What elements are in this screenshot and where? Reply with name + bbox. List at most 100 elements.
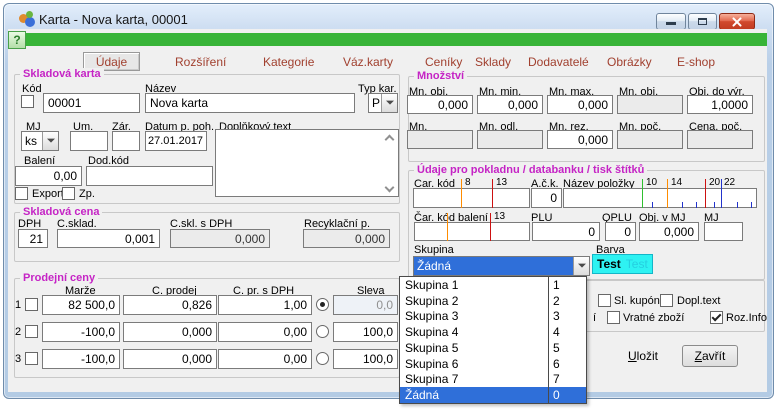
- mn-obj2-field: [617, 95, 683, 114]
- cprdph-field-3[interactable]: 0,00: [218, 349, 312, 369]
- price-row2-checkbox[interactable]: [25, 325, 38, 338]
- mj-combo[interactable]: ks: [21, 131, 59, 151]
- tab-dodavatele[interactable]: Dodavatelé: [528, 55, 589, 69]
- maximize-button[interactable]: [688, 13, 717, 30]
- dodkod-field[interactable]: [86, 166, 213, 186]
- save-button-label: Uložit: [628, 349, 658, 363]
- datum-field[interactable]: 27.01.2017: [145, 131, 207, 151]
- dropdown-item[interactable]: Skupina 77: [400, 372, 586, 388]
- price-row1-checkbox[interactable]: [25, 298, 38, 311]
- cskl-s-dph-field: 0,000: [170, 229, 270, 248]
- marze-field-2[interactable]: -100,0: [42, 322, 120, 342]
- obj-v-mj-field[interactable]: 0,000: [639, 222, 699, 241]
- maximize-icon: [698, 18, 707, 25]
- carkod-field[interactable]: [413, 188, 530, 208]
- um-field[interactable]: [70, 131, 108, 151]
- tab-eshop[interactable]: E-shop: [677, 55, 715, 69]
- close-button[interactable]: [719, 13, 755, 30]
- carkod-tick13-label: 13: [496, 178, 507, 188]
- tab-vaz-karty[interactable]: Váz.karty: [343, 55, 393, 69]
- close-form-button[interactable]: Zavřít: [682, 345, 738, 367]
- nazev-polozky-field[interactable]: [563, 188, 757, 208]
- cprdph-field-2[interactable]: 0,00: [218, 322, 312, 342]
- cena-poc-field: [687, 130, 753, 149]
- minimize-button[interactable]: [656, 13, 686, 30]
- marze-field-3[interactable]: -100,0: [42, 349, 120, 369]
- price-row2-radio[interactable]: [316, 325, 329, 338]
- zar-field[interactable]: [112, 131, 140, 151]
- cprodej-field-3[interactable]: 0,000: [123, 349, 217, 369]
- obj-do-vyr-field[interactable]: 1,0000: [687, 95, 753, 114]
- barva-preview[interactable]: Test Test: [592, 254, 653, 274]
- mn-min-field[interactable]: 0,000: [477, 95, 543, 114]
- sleva-field-3[interactable]: 100,0: [333, 349, 398, 369]
- kod-field[interactable]: 00001: [43, 93, 140, 113]
- price-row3-radio[interactable]: [316, 352, 329, 365]
- ruler-tick-red: [705, 179, 706, 208]
- nazev-field[interactable]: Nova karta: [145, 93, 355, 113]
- marze-field-1[interactable]: 82 500,0: [42, 295, 120, 315]
- mn-obj-field[interactable]: 0,000: [407, 95, 473, 114]
- cprodej-field-1[interactable]: 0,826: [123, 295, 217, 315]
- roz-info-checkbox[interactable]: [710, 311, 723, 324]
- carkod-baleni-field[interactable]: [414, 222, 530, 241]
- ruler-minor-tick: [682, 202, 683, 208]
- sleva-field-2[interactable]: 100,0: [333, 322, 398, 342]
- skupina-dropdown-arrow-icon[interactable]: [573, 257, 589, 275]
- ruler-tick-blue: [721, 179, 722, 208]
- ruler-tick-orange: [667, 179, 668, 208]
- tab-obrazky[interactable]: Obrázky: [607, 55, 652, 69]
- dopl-text-label: Dopl.text: [677, 295, 720, 307]
- dropdown-item-selected[interactable]: Žádná0: [400, 387, 586, 403]
- tab-ceniky[interactable]: Ceníky: [425, 55, 462, 69]
- dropdown-item[interactable]: Skupina 44: [400, 324, 586, 340]
- tab-kategorie[interactable]: Kategorie: [263, 55, 314, 69]
- close-form-button-label: Zavřít: [695, 349, 726, 363]
- mj-dropdown-arrow-icon[interactable]: [42, 132, 58, 150]
- sl-kupon-checkbox[interactable]: [598, 294, 611, 307]
- skupina-combo[interactable]: Žádná: [413, 256, 590, 276]
- ruler-minor-tick: [652, 202, 653, 208]
- csklad-field[interactable]: 0,001: [57, 229, 160, 248]
- tab-sklady[interactable]: Sklady: [475, 55, 511, 69]
- mn-rez-field[interactable]: 0,000: [547, 130, 613, 149]
- dropdown-item[interactable]: Skupina 66: [400, 356, 586, 372]
- vratne-zbozi-checkbox[interactable]: [607, 311, 620, 324]
- nazev-tick14-label: 14: [671, 178, 682, 188]
- help-button[interactable]: ?: [8, 31, 26, 49]
- typ-kar-dropdown-arrow-icon[interactable]: [381, 94, 397, 112]
- hidden-label-fragment: í: [593, 312, 596, 324]
- cprodej-field-2[interactable]: 0,000: [123, 322, 217, 342]
- kod-checkbox[interactable]: [21, 95, 34, 108]
- dropdown-item[interactable]: Skupina 55: [400, 340, 586, 356]
- zp-checkbox[interactable]: [62, 187, 75, 200]
- dropdown-item[interactable]: Skupina 33: [400, 309, 586, 325]
- carkod-tick8-label: 8: [465, 178, 471, 188]
- baleni-field[interactable]: 0,00: [15, 166, 82, 186]
- dropdown-item-value: 0: [548, 387, 586, 403]
- barva-sample-text-1: Test: [597, 257, 621, 271]
- mn-max-field[interactable]: 0,000: [547, 95, 613, 114]
- mj2-field[interactable]: [704, 222, 743, 241]
- save-button[interactable]: Uložit: [620, 347, 666, 364]
- doplnkovy-text-area[interactable]: [215, 129, 399, 197]
- dph-field[interactable]: 21: [18, 229, 48, 248]
- ack-field[interactable]: 0: [531, 188, 562, 208]
- dropdown-item[interactable]: Skupina 22: [400, 293, 586, 309]
- window-title: Karta - Nova karta, 00001: [39, 12, 188, 27]
- group-mnozstvi-caption: Množství: [414, 70, 467, 82]
- sleva-field-1: 0,0: [333, 295, 398, 315]
- price-row1-radio[interactable]: [316, 298, 329, 311]
- plu-field[interactable]: 0: [532, 222, 600, 241]
- dropdown-item-label: Skupina 6: [400, 356, 548, 372]
- export-checkbox[interactable]: [15, 187, 28, 200]
- qplu-field[interactable]: 0: [605, 222, 636, 241]
- price-row3-checkbox[interactable]: [25, 352, 38, 365]
- dropdown-item[interactable]: Skupina 11: [400, 277, 586, 293]
- app-icon: [19, 11, 35, 27]
- typ-kar-combo[interactable]: P: [368, 93, 398, 113]
- ruler-tick-orange: [447, 213, 448, 241]
- dopl-text-checkbox[interactable]: [660, 294, 673, 307]
- tab-rozsireni[interactable]: Rozšíření: [175, 55, 226, 69]
- cprdph-field-1[interactable]: 1,00: [218, 295, 312, 315]
